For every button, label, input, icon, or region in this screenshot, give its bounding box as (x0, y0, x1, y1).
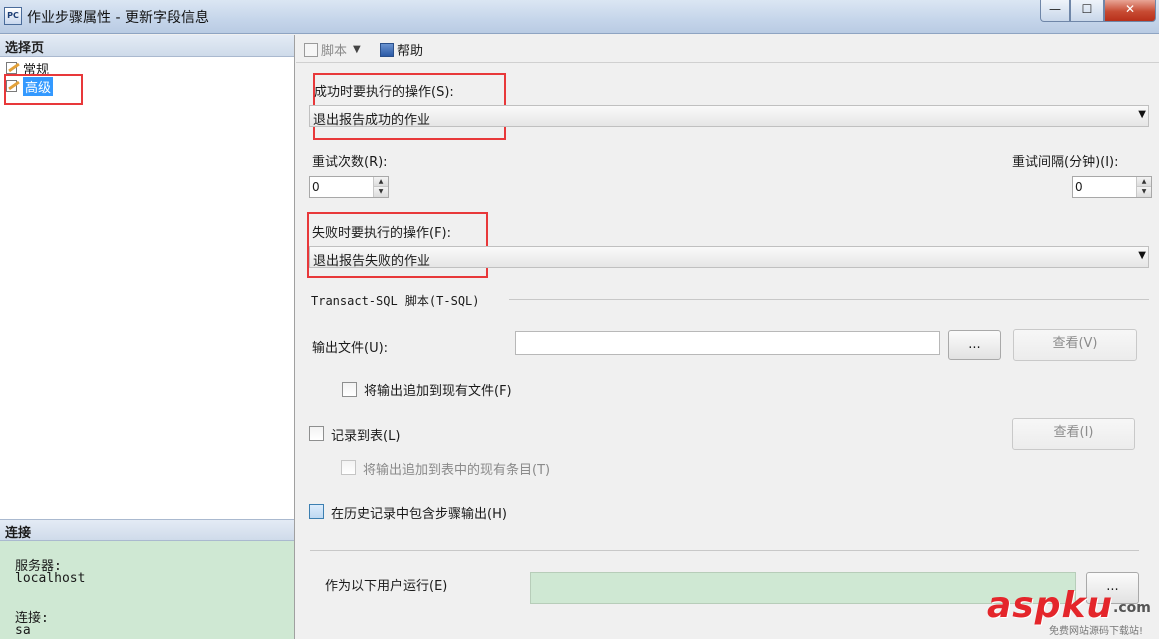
log-table-label: 记录到表(L) (331, 429, 401, 444)
include-history-label: 在历史记录中包含步骤输出(H) (331, 507, 507, 522)
app-icon: PC (4, 7, 22, 25)
spin-down-icon[interactable]: ▼ (1137, 187, 1151, 197)
append-table-checkbox[interactable] (341, 460, 356, 475)
output-file-input[interactable] (515, 331, 940, 355)
on-failure-select[interactable]: 退出报告失败的作业 ▼ (309, 246, 1149, 269)
run-as-input[interactable] (530, 572, 1076, 604)
on-failure-label: 失败时要执行的操作(F): (312, 226, 452, 241)
select-page-header: 选择页 (0, 35, 294, 57)
group-divider (509, 299, 1149, 300)
view-table-button[interactable]: 查看(I) (1012, 418, 1135, 450)
append-table-label: 将输出追加到表中的现有条目(T) (363, 463, 551, 478)
chevron-down-icon: ▼ (1138, 109, 1146, 120)
on-success-select[interactable]: 退出报告成功的作业 ▼ (309, 105, 1149, 128)
script-button[interactable]: 脚本 ▼ (304, 40, 361, 59)
section-divider (310, 550, 1139, 551)
append-file-label: 将输出追加到现有文件(F) (364, 384, 512, 399)
title-bar: PC 作业步骤属性 - 更新字段信息 — ☐ ✕ (0, 0, 1159, 34)
spin-down-icon[interactable]: ▼ (374, 187, 388, 197)
connection-info: 服务器: localhost 连接: sa (0, 541, 294, 639)
server-value: localhost (15, 571, 86, 586)
retry-count-value: 0 (312, 180, 320, 194)
page-item-advanced[interactable]: 高级 (5, 76, 54, 96)
toolbar: 脚本 ▼ 帮助 (296, 35, 1159, 63)
help-icon (380, 42, 394, 57)
page-item-label: 常规 (23, 62, 50, 78)
connection-header: 连接 (0, 519, 294, 541)
page-item-label: 高级 (23, 76, 54, 96)
spin-up-icon[interactable]: ▲ (374, 177, 388, 187)
on-success-label: 成功时要执行的操作(S): (314, 85, 454, 100)
retry-count-stepper[interactable]: 0 ▲ ▼ (309, 176, 389, 198)
view-file-button[interactable]: 查看(V) (1013, 329, 1137, 361)
maximize-button[interactable]: ☐ (1070, 0, 1104, 22)
retry-interval-value: 0 (1075, 180, 1083, 194)
append-file-checkbox[interactable] (342, 382, 357, 397)
script-label: 脚本 (321, 44, 348, 59)
log-table-checkbox[interactable] (309, 426, 324, 441)
run-as-label: 作为以下用户运行(E) (325, 579, 448, 594)
page-item-general[interactable]: 常规 (5, 59, 50, 78)
run-as-browse-button[interactable]: ... (1086, 572, 1139, 604)
tsql-group-label: Transact-SQL 脚本(T-SQL) (311, 294, 480, 308)
close-button[interactable]: ✕ (1104, 0, 1156, 22)
page-edit-icon (5, 79, 20, 93)
on-success-value: 退出报告成功的作业 (313, 113, 431, 128)
help-label: 帮助 (397, 44, 424, 59)
window-title: 作业步骤属性 - 更新字段信息 (27, 10, 209, 26)
help-button[interactable]: 帮助 (380, 40, 423, 59)
retry-interval-label: 重试间隔(分钟)(I): (1012, 155, 1119, 170)
connection-value: sa (15, 623, 31, 638)
include-history-checkbox[interactable] (309, 504, 324, 519)
chevron-down-icon[interactable]: ▼ (353, 44, 361, 55)
minimize-button[interactable]: — (1040, 0, 1070, 22)
watermark-tagline: 免费网站源码下载站! (1049, 626, 1144, 637)
chevron-down-icon: ▼ (1138, 250, 1146, 261)
select-page-panel: 选择页 常规 高级 连接 服务器: localhost 连接: sa (0, 35, 295, 639)
spin-up-icon[interactable]: ▲ (1137, 177, 1151, 187)
output-file-browse-button[interactable]: ... (948, 330, 1001, 360)
page-edit-icon (5, 61, 20, 75)
retry-count-label: 重试次数(R): (312, 155, 388, 170)
retry-interval-stepper[interactable]: 0 ▲ ▼ (1072, 176, 1152, 198)
script-icon (304, 42, 318, 57)
output-file-label: 输出文件(U): (312, 341, 389, 356)
on-failure-value: 退出报告失败的作业 (313, 254, 431, 269)
